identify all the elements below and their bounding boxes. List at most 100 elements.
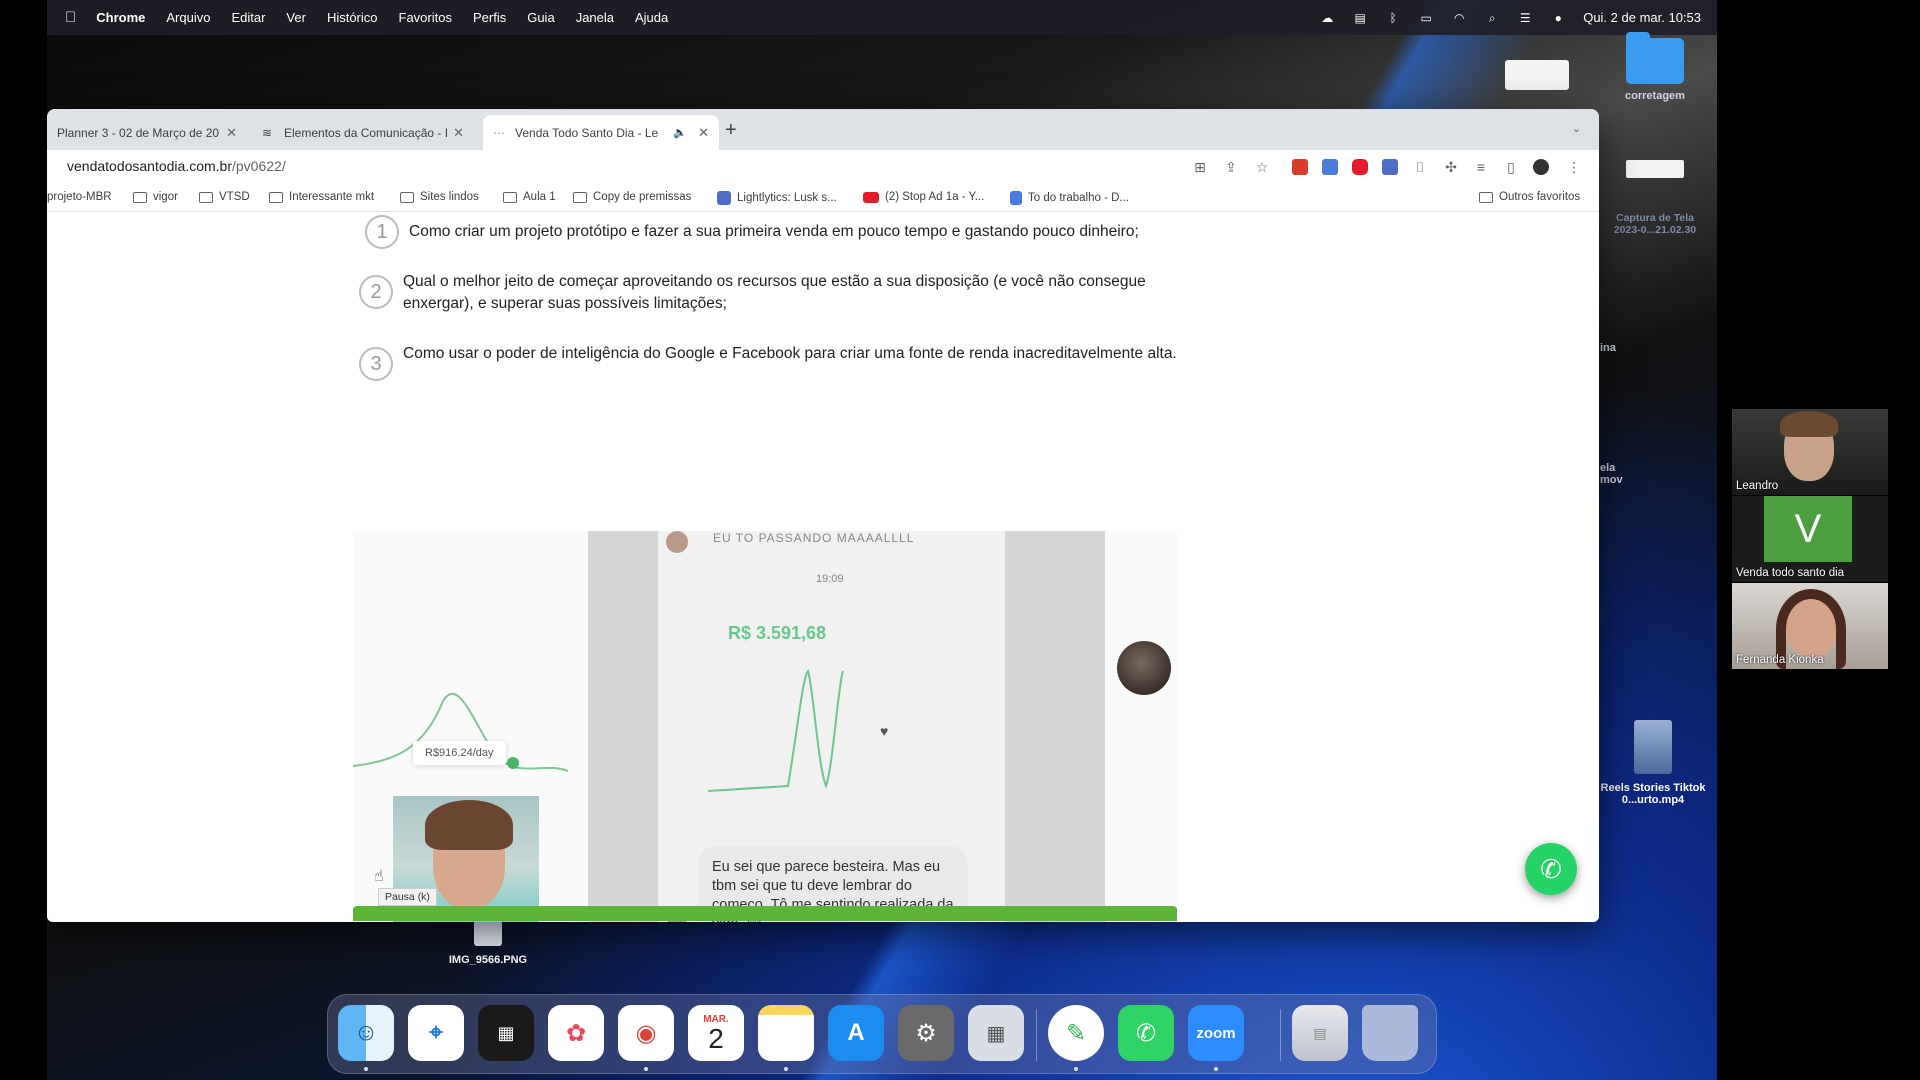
menu-janela[interactable]: Janela <box>576 10 614 25</box>
translate-icon[interactable]: ⊞ <box>1191 158 1209 176</box>
bookmark-label: vigor <box>153 191 178 203</box>
siri-icon[interactable]: ● <box>1550 12 1566 24</box>
side-avatar <box>1117 641 1171 695</box>
bookmark-copy-de-premissas[interactable]: Copy de premissas <box>573 191 691 203</box>
spotlight-search-icon[interactable]: ⌕ <box>1484 12 1500 24</box>
folder-icon <box>133 191 147 203</box>
extension-youtube-icon[interactable] <box>1352 159 1368 175</box>
tab-planner[interactable]: Planner 3 - 02 de Março de 20 ✕ <box>47 115 247 150</box>
profile-avatar[interactable] <box>1533 159 1549 175</box>
menu-historico[interactable]: Histórico <box>327 10 378 25</box>
step-number: 1 <box>365 215 399 249</box>
menu-editar[interactable]: Editar <box>231 10 265 25</box>
bookmark-lightlytics[interactable]: Lightlytics: Lusk s... <box>717 191 837 205</box>
step-text: Como usar o poder de inteligência do Goo… <box>403 345 1177 362</box>
bookmark-projeto-mbr[interactable]: projeto-MBR <box>47 191 112 203</box>
close-icon[interactable]: ✕ <box>698 125 709 141</box>
more-menu-icon[interactable]: ⋮ <box>1565 158 1583 176</box>
desktop-folder-label: corretagem <box>1625 90 1685 102</box>
whatsapp-float-button[interactable]: ✆ <box>1525 843 1577 895</box>
bookmark-outros-favoritos[interactable]: Outros favoritos <box>1479 191 1580 203</box>
side-panel-icon[interactable]: ▯ <box>1502 158 1520 176</box>
apple-icon[interactable]:  <box>65 9 76 26</box>
tab-strip: Planner 3 - 02 de Março de 20 ✕ ≋ Elemen… <box>47 109 1599 150</box>
participant-tile-leandro[interactable]: Leandro <box>1732 409 1888 495</box>
tab-elementos[interactable]: ≋ Elementos da Comunicação - I ✕ <box>252 115 474 150</box>
step-item-2: 2 Qual o melhor jeito de começar aprovei… <box>359 271 1203 315</box>
bookmark-sites-lindos[interactable]: Sites lindos <box>400 191 479 203</box>
tab-venda-todo-santo-dia[interactable]: ⋯ Venda Todo Santo Dia - Le 🔈 ✕ <box>483 115 719 150</box>
bookmark-stop-ad[interactable]: (2) Stop Ad 1a - Y... <box>863 191 984 203</box>
zoom-label: zoom <box>1196 1024 1236 1042</box>
desktop-capture-file[interactable]: Captura de Tela 2023-0...21.02.30 <box>1610 160 1700 236</box>
desktop-screenshot-thumb[interactable] <box>1505 60 1569 90</box>
bookmark-star-icon[interactable]: ☆ <box>1253 158 1271 176</box>
extension-blue-icon[interactable] <box>1322 159 1338 175</box>
mission-control-icon[interactable]: ▦ <box>478 1005 534 1061</box>
share-icon[interactable]: ⇪ <box>1222 158 1240 176</box>
bookmark-aula-1[interactable]: Aula 1 <box>503 191 556 203</box>
bluetooth-icon[interactable]: ᛒ <box>1385 12 1401 24</box>
new-tab-button[interactable]: + <box>725 119 737 142</box>
downloads-stack-icon[interactable]: ▤ <box>1292 1005 1348 1061</box>
creative-cloud-icon[interactable]: ☁ <box>1319 12 1335 24</box>
bookmark-to-do[interactable]: To do trabalho - D... <box>1010 191 1129 205</box>
photos-icon[interactable]: ✿ <box>548 1005 604 1061</box>
close-icon[interactable]: ✕ <box>453 125 464 141</box>
evernote-icon[interactable]: ✎ <box>1048 1005 1104 1061</box>
menu-guia[interactable]: Guia <box>527 10 554 25</box>
menu-app-name[interactable]: Chrome <box>96 10 145 25</box>
video-thumb <box>1634 720 1672 774</box>
cta-green-bar[interactable] <box>353 906 1177 921</box>
control-center-icon[interactable]: ☰ <box>1517 12 1533 24</box>
menu-perfis[interactable]: Perfis <box>473 10 506 25</box>
zoom-icon[interactable]: zoom <box>1188 1005 1244 1061</box>
puzzle-extensions-icon[interactable]: ✣ <box>1442 158 1460 176</box>
bookmark-label: VTSD <box>219 191 250 203</box>
bookmark-vigor[interactable]: vigor <box>133 191 178 203</box>
system-settings-icon[interactable]: ⚙ <box>898 1005 954 1061</box>
participant-tile-fernanda[interactable]: Fernanda Kionka <box>1732 583 1888 669</box>
folder-icon <box>400 191 414 203</box>
battery-icon[interactable]: ▭ <box>1418 12 1434 24</box>
finder-icon[interactable]: ☺ <box>338 1005 394 1061</box>
menu-ajuda[interactable]: Ajuda <box>635 10 668 25</box>
bookmark-label: projeto-MBR <box>47 191 112 203</box>
desktop-img-file[interactable]: IMG_9566.PNG <box>440 920 536 966</box>
calendar-icon[interactable]: MAR. 2 <box>688 1005 744 1061</box>
trash-icon[interactable] <box>1362 1005 1418 1061</box>
display-icon[interactable]: ▤ <box>1352 12 1368 24</box>
speaker-icon[interactable]: 🔈 <box>673 126 687 139</box>
running-indicator <box>1214 1067 1218 1071</box>
menu-ver[interactable]: Ver <box>286 10 306 25</box>
participant-tile-venda[interactable]: V Venda todo santo dia <box>1732 496 1888 582</box>
reading-list-icon[interactable]: ≡ <box>1472 158 1490 176</box>
site-favicon-icon: ⋯ <box>493 125 505 140</box>
whatsapp-dock-icon[interactable]: ✆ <box>1118 1005 1174 1061</box>
extension-tag-icon[interactable] <box>1382 159 1398 175</box>
road-lane <box>588 531 658 922</box>
dock-separator <box>1280 1009 1281 1061</box>
tab-search-chevron-icon[interactable]: ⌄ <box>1572 122 1581 135</box>
bookmark-interessante-mkt[interactable]: Interessante mkt <box>269 191 374 203</box>
menu-arquivo[interactable]: Arquivo <box>166 10 210 25</box>
bookmark-vtsd[interactable]: VTSD <box>199 191 250 203</box>
video-player[interactable]: R$916.24/day EU TO PASSANDO MAAAALLLL 19… <box>353 531 1177 922</box>
menubar-clock[interactable]: Qui. 2 de mar. 10:53 <box>1583 10 1701 25</box>
extension-red-icon[interactable] <box>1292 159 1308 175</box>
participant-name: Fernanda Kionka <box>1736 654 1824 666</box>
url-path: /pv0622/ <box>232 158 286 174</box>
notes-icon[interactable] <box>758 1005 814 1061</box>
wifi-icon[interactable]: ◠ <box>1451 12 1467 24</box>
url-text[interactable]: vendatodosantodia.com.br/pv0622/ <box>67 158 286 174</box>
desktop-folder-corretagem[interactable]: corretagem <box>1610 32 1700 102</box>
chrome-icon[interactable]: ◉ <box>618 1005 674 1061</box>
launchpad-icon[interactable]: ▦ <box>968 1005 1024 1061</box>
menu-favoritos[interactable]: Favoritos <box>399 10 452 25</box>
camera-icon[interactable]: ⌷ <box>1411 158 1429 176</box>
app-store-icon[interactable]: A <box>828 1005 884 1061</box>
address-bar[interactable]: vendatodosantodia.com.br/pv0622/ ⊞ ⇪ ☆ ⌷… <box>47 150 1599 184</box>
safari-icon[interactable]: ⌖ <box>408 1005 464 1061</box>
desktop-reels-file[interactable]: Reels Stories Tiktok 0...urto.mp4 <box>1598 720 1708 806</box>
close-icon[interactable]: ✕ <box>226 125 237 141</box>
